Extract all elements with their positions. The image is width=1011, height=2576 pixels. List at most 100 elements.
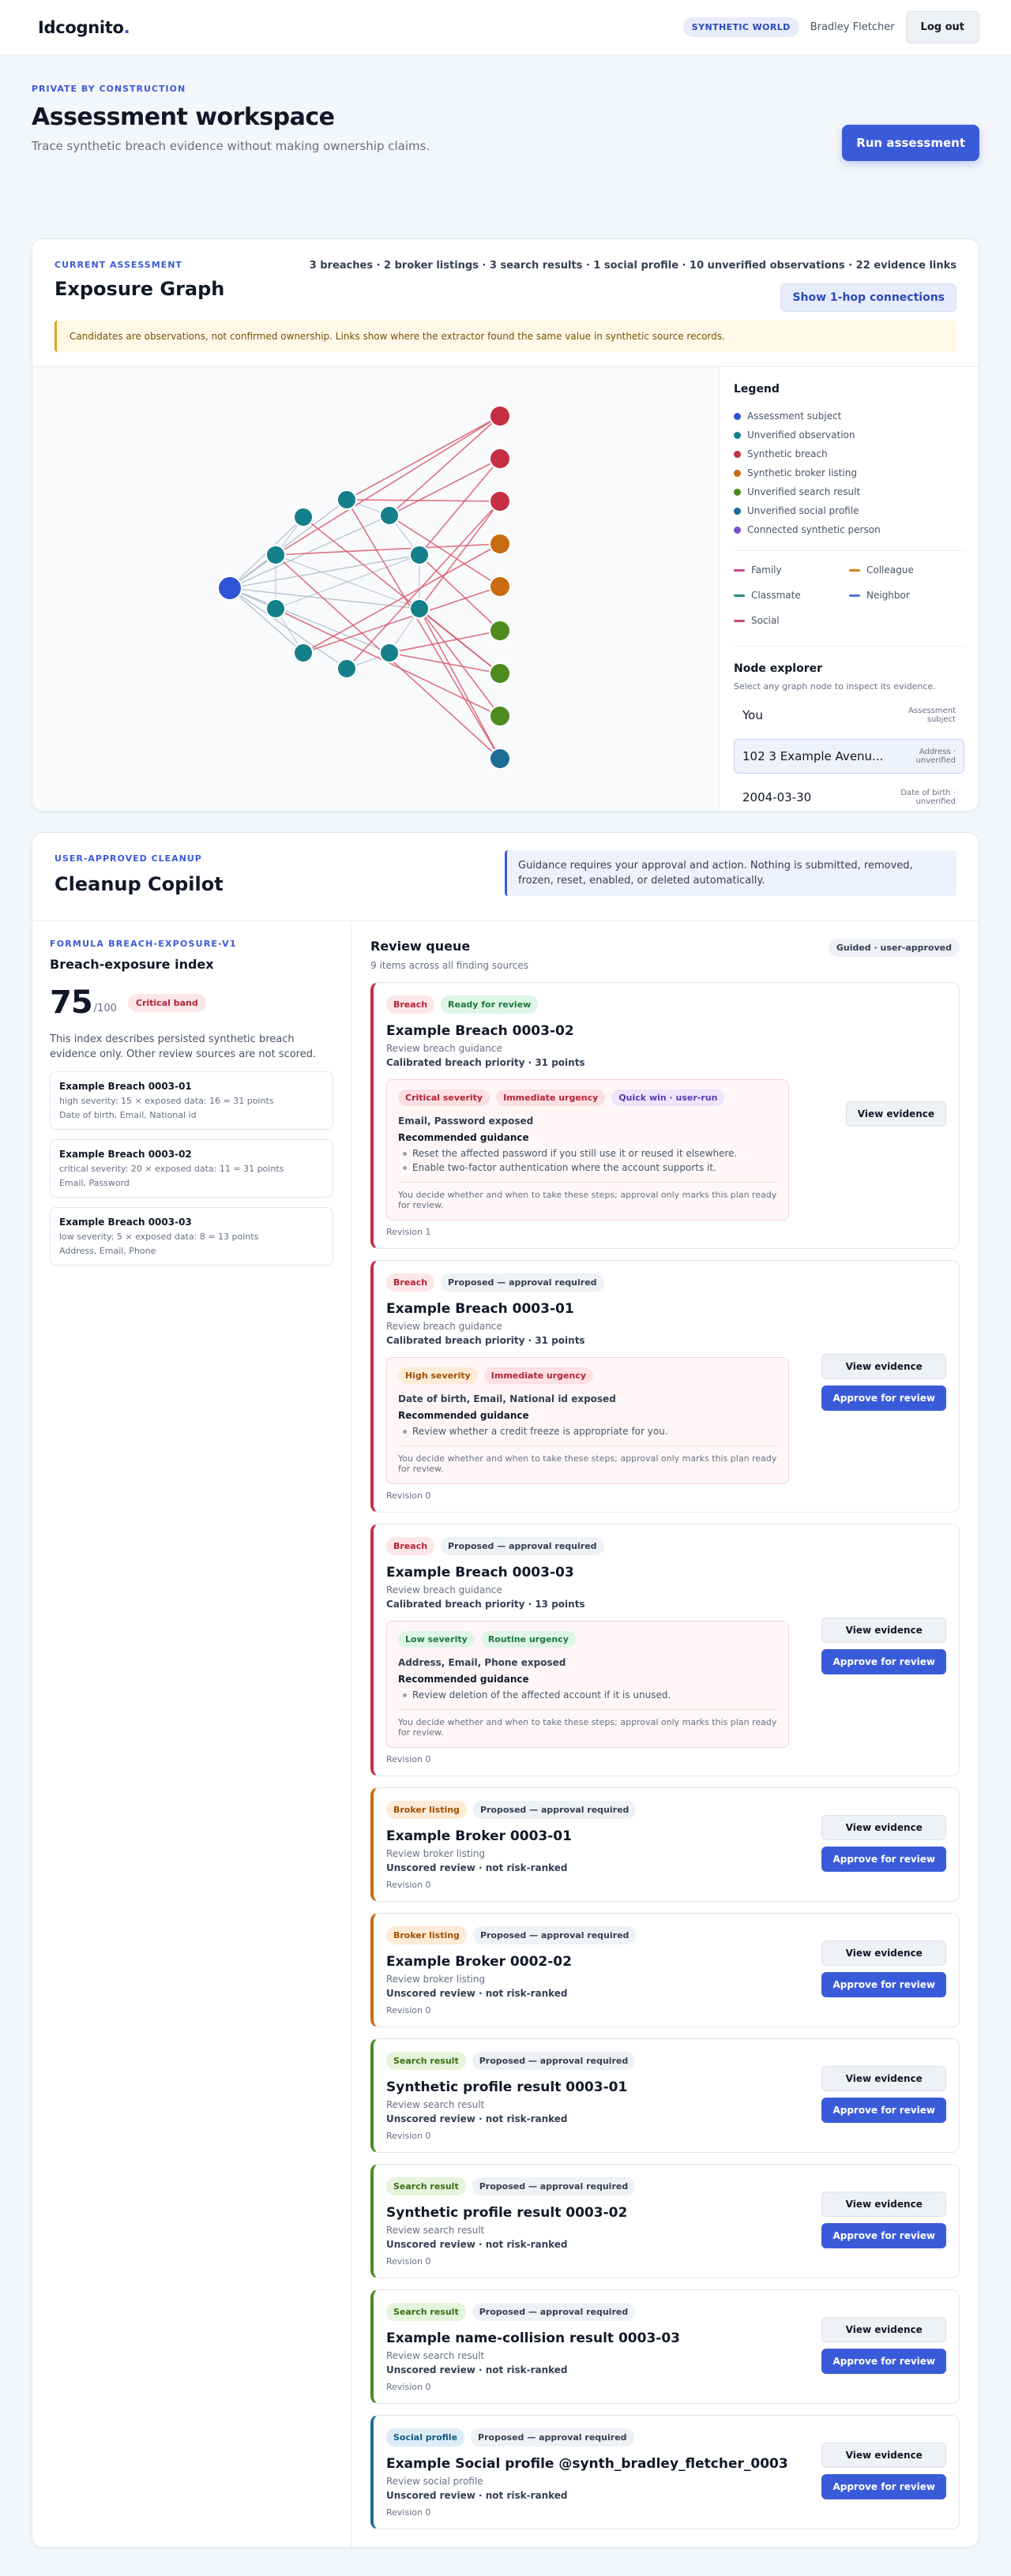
legend-title: Legend [734,383,780,396]
ownership-notice: Candidates are observations, not confirm… [54,321,957,352]
guidance-steps: Reset the affected password if you still… [398,1146,777,1175]
graph-canvas[interactable] [32,367,720,811]
approval-guidance: Guidance requires your approval and acti… [505,850,957,896]
graph-node-observation[interactable] [336,658,357,679]
status-badge: Proposed — approval required [472,2303,636,2321]
graph-node-finding[interactable] [489,705,511,727]
graph-edge [229,587,304,654]
view-evidence-button[interactable]: View evidence [821,2317,946,2342]
legend-label: Synthetic breach [747,448,828,459]
breach-score-fields: Address, Email, Phone [59,1246,156,1256]
graph-node-finding[interactable] [489,490,511,512]
legend-dot-icon [734,507,741,515]
source-type-badge: Search result [386,2052,466,2070]
legend-dot-icon [734,526,741,534]
relationship-line-icon [849,594,860,597]
node-name: 102 3 Example Avenu... [742,749,884,763]
exposed-fields: Address, Email, Phone exposed [398,1657,566,1668]
legend-item: Unverified social profile [734,501,964,520]
review-item-actions: View evidence Approve for review [821,1618,946,1674]
breach-score-fields: Date of birth, Email, National id [59,1110,197,1120]
view-evidence-button[interactable]: View evidence [821,1354,946,1379]
graph-node-finding[interactable] [489,620,511,642]
graph-stats: 3 breaches · 2 broker listings · 3 searc… [309,260,957,272]
node-explorer-item[interactable]: You Assessment subject [734,698,964,733]
page-title: Assessment workspace [32,103,335,131]
exposure-graph-svg[interactable] [32,367,720,811]
node-name: 2004-03-30 [742,790,812,804]
legend-label: Connected synthetic person [747,524,881,535]
index-score: 75 [50,984,93,1021]
graph-node-finding[interactable] [489,576,511,598]
relationship-label: Colleague [866,564,914,576]
review-queue-title: Review queue [370,939,471,954]
revision-label: Revision 0 [386,2382,431,2392]
graph-node-observation[interactable] [265,545,286,565]
graph-node-observation[interactable] [265,598,286,619]
graph-node-observation[interactable] [293,643,314,663]
show-1-hop-button[interactable]: Show 1-hop connections [780,283,957,312]
legend-item: Unverified search result [734,482,964,501]
breach-score-list: Example Breach 0003-01 high severity: 15 … [50,1071,333,1266]
approve-for-review-button[interactable]: Approve for review [821,1649,946,1674]
node-explorer-item[interactable]: 102 3 Example Avenu... Address · unverifi… [734,739,964,774]
view-evidence-button[interactable]: View evidence [821,1815,946,1840]
legend-dot-icon [734,431,741,439]
user-name: Bradley Fletcher [810,21,895,33]
relationship-line-icon [734,568,745,572]
view-evidence-button[interactable]: View evidence [821,2192,946,2217]
view-evidence-button[interactable]: View evidence [821,1618,946,1643]
review-item: Search result Proposed — approval require… [370,2038,960,2153]
graph-node-observation[interactable] [379,505,400,526]
graph-node-observation[interactable] [293,507,314,527]
view-evidence-button[interactable]: View evidence [821,1940,946,1966]
view-evidence-button[interactable]: View evidence [845,1101,946,1127]
review-queue-header: Review queue 9 items across all finding … [370,939,960,971]
guidance-box: Critical severity Immediate urgency Quick … [386,1079,789,1221]
graph-node-observation[interactable] [336,489,357,510]
graph-edge [389,630,501,654]
graph-node-observation[interactable] [409,545,430,565]
approve-for-review-button[interactable]: Approve for review [821,1847,946,1872]
run-assessment-button[interactable]: Run assessment [842,125,979,161]
graph-node-finding[interactable] [489,533,511,555]
logout-button[interactable]: Log out [905,11,979,43]
graph-edge [419,608,501,717]
approve-for-review-button[interactable]: Approve for review [821,2098,946,2123]
severity-tag: Immediate urgency [483,1367,593,1384]
approve-for-review-button[interactable]: Approve for review [821,2223,946,2248]
breach-score-item: Example Breach 0003-03 low severity: 5 × … [50,1207,333,1266]
severity-tag: Quick win · user-run [611,1089,725,1106]
relationship-legend-item: Neighbor [849,586,964,605]
review-item-subtitle: Review breach guidance [386,1043,502,1054]
review-item-actions: View evidence Approve for review [821,1940,946,1997]
graph-node-finding[interactable] [489,748,511,770]
guidance-tags: High severity Immediate urgency [398,1367,777,1384]
graph-node-finding[interactable] [489,448,511,470]
revision-label: Revision 0 [386,1490,431,1501]
approve-for-review-button[interactable]: Approve for review [821,1385,946,1411]
review-item-actions: View evidence Approve for review [821,1354,946,1411]
view-evidence-button[interactable]: View evidence [821,2443,946,2468]
node-type: Assessment subject [908,707,956,724]
brand-name: Idcognito [38,17,124,37]
brand-logo[interactable]: Idcognito. [38,18,130,37]
legend-item: Connected synthetic person [734,520,964,539]
graph-node-subject[interactable] [217,576,242,601]
graph-node-observation[interactable] [409,598,430,619]
graph-node-finding[interactable] [489,405,511,427]
node-explorer-item[interactable]: 2004-03-30 Date of birth · unverified [734,780,964,811]
source-type-badge: Breach [386,1537,435,1555]
graph-edge [229,554,420,589]
legend-label: Unverified observation [747,429,855,441]
review-item-priority: Calibrated breach priority · 13 points [386,1599,585,1610]
graph-node-finding[interactable] [489,662,511,684]
approve-for-review-button[interactable]: Approve for review [821,2349,946,2374]
guidance-tags: Critical severity Immediate urgency Quick … [398,1089,777,1106]
approve-for-review-button[interactable]: Approve for review [821,2474,946,2499]
approve-for-review-button[interactable]: Approve for review [821,1972,946,1997]
view-evidence-button[interactable]: View evidence [821,2066,946,2091]
revision-label: Revision 0 [386,2131,431,2141]
review-queue-list: Breach Ready for review Example Breach 000… [370,982,960,2529]
graph-node-observation[interactable] [379,643,400,663]
